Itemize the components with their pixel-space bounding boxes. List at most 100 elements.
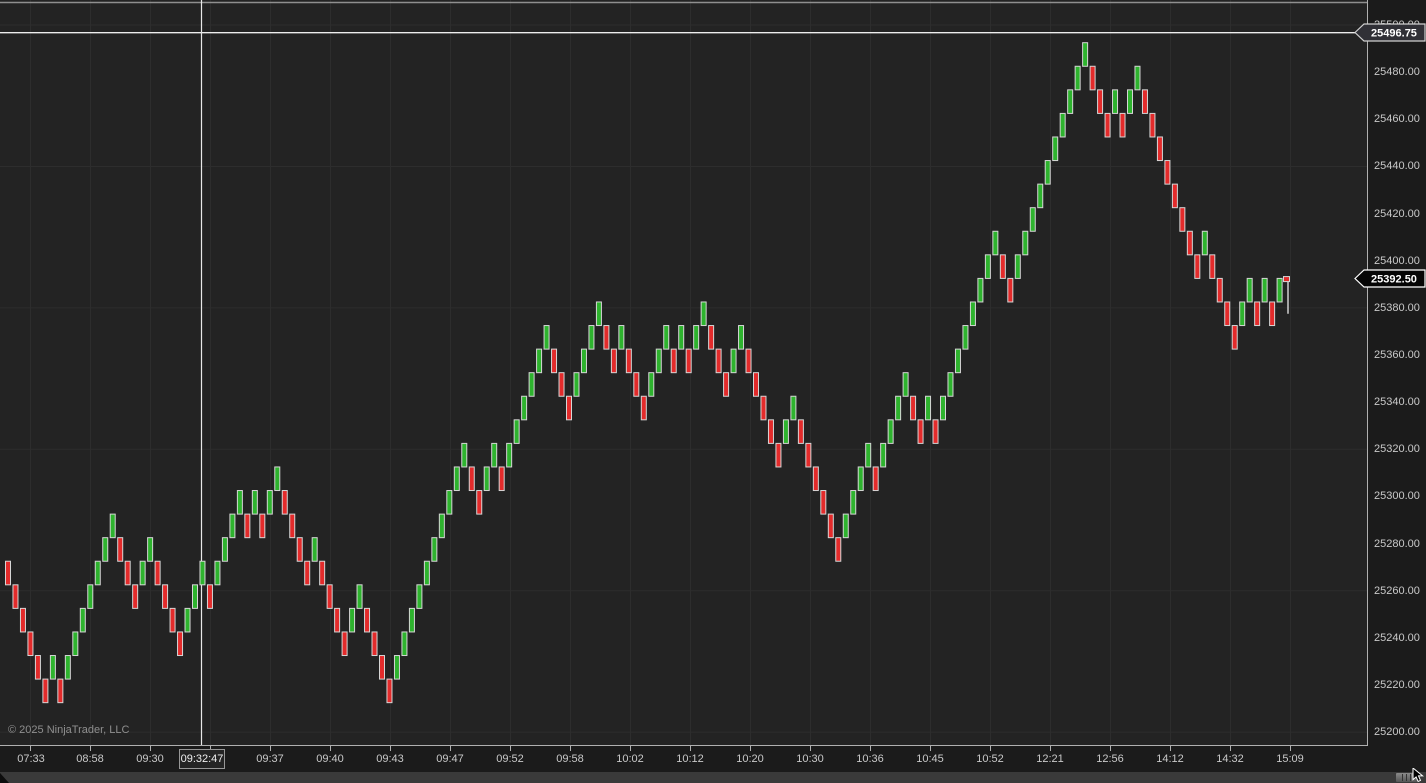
renko-brick-up bbox=[454, 467, 459, 491]
renko-brick-down bbox=[1090, 66, 1095, 90]
renko-brick-down bbox=[118, 538, 123, 562]
renko-brick-up bbox=[926, 396, 931, 420]
renko-brick-up bbox=[701, 302, 706, 326]
chart-plot-area[interactable] bbox=[0, 0, 1368, 746]
renko-brick-down bbox=[372, 632, 377, 656]
renko-brick-up bbox=[589, 326, 594, 350]
renko-brick-down bbox=[342, 632, 347, 656]
renko-brick-up bbox=[200, 561, 205, 585]
renko-brick-down bbox=[260, 514, 265, 538]
renko-brick-up bbox=[252, 491, 257, 515]
renko-brick-up bbox=[148, 538, 153, 562]
renko-brick-up bbox=[439, 514, 444, 538]
renko-brick-up bbox=[462, 443, 467, 467]
renko-brick-down bbox=[282, 491, 287, 515]
renko-brick-down bbox=[933, 420, 938, 444]
renko-brick-down bbox=[918, 420, 923, 444]
renko-brick-down bbox=[776, 443, 781, 467]
renko-brick-down bbox=[207, 585, 212, 609]
renko-brick-up bbox=[896, 396, 901, 420]
renko-brick-down bbox=[559, 373, 564, 397]
renko-brick-up bbox=[851, 491, 856, 515]
x-axis-label: 10:52 bbox=[976, 753, 1004, 765]
renko-brick-up bbox=[791, 396, 796, 420]
renko-brick-down bbox=[20, 608, 25, 632]
x-axis-label: 09:37 bbox=[256, 753, 284, 765]
x-tick-stub bbox=[1050, 746, 1051, 751]
mouse-cursor-icon bbox=[1412, 768, 1426, 783]
renko-brick-down bbox=[813, 467, 818, 491]
price-axis[interactable]: 25500.0025480.0025460.0025440.0025420.00… bbox=[1368, 0, 1426, 746]
x-tick-stub bbox=[270, 746, 271, 751]
renko-brick-down bbox=[1142, 90, 1147, 114]
renko-brick-down bbox=[552, 349, 557, 373]
renko-brick-up bbox=[110, 514, 115, 538]
renko-brick-down bbox=[1120, 113, 1125, 137]
renko-brick-down bbox=[1232, 326, 1237, 350]
renko-brick-up bbox=[679, 326, 684, 350]
scrollbar-corner-triangle bbox=[0, 773, 9, 783]
x-axis-label: 09:47 bbox=[436, 753, 464, 765]
renko-brick-up bbox=[193, 585, 198, 609]
x-axis-label: 10:45 bbox=[916, 753, 944, 765]
renko-brick-down bbox=[58, 679, 63, 703]
renko-brick-down bbox=[911, 396, 916, 420]
x-axis-label: 09:58 bbox=[556, 753, 584, 765]
x-tick-stub bbox=[150, 746, 151, 751]
y-axis-label: 25320.00 bbox=[1374, 443, 1420, 455]
renko-brick-up bbox=[50, 656, 55, 680]
renko-brick-down bbox=[828, 514, 833, 538]
x-tick-stub bbox=[750, 746, 751, 751]
renko-brick-up bbox=[222, 538, 227, 562]
renko-brick-down bbox=[387, 679, 392, 703]
copyright-text: © 2025 NinjaTrader, LLC bbox=[8, 724, 129, 736]
renko-brick-up bbox=[394, 656, 399, 680]
renko-brick-up bbox=[1075, 66, 1080, 90]
renko-brick-down bbox=[297, 538, 302, 562]
renko-brick-up bbox=[881, 443, 886, 467]
renko-brick-down bbox=[305, 561, 310, 585]
renko-brick-up bbox=[1023, 231, 1028, 255]
x-tick-stub bbox=[1230, 746, 1231, 751]
renko-brick-up bbox=[447, 491, 452, 515]
renko-brick-up bbox=[537, 349, 542, 373]
renko-brick-down bbox=[469, 467, 474, 491]
renko-brick-down bbox=[671, 349, 676, 373]
renko-brick-down bbox=[746, 349, 751, 373]
ninjatrader-chart-window: 25500.0025480.0025460.0025440.0025420.00… bbox=[0, 0, 1426, 783]
x-axis-label: 10:30 bbox=[796, 753, 824, 765]
renko-brick-down bbox=[754, 373, 759, 397]
renko-brick-up bbox=[507, 443, 512, 467]
renko-brick-down bbox=[1172, 184, 1177, 208]
renko-brick-up bbox=[941, 396, 946, 420]
renko-brick-up bbox=[596, 302, 601, 326]
x-axis-label: 10:20 bbox=[736, 753, 764, 765]
renko-brick-up bbox=[65, 656, 70, 680]
renko-brick-down bbox=[28, 632, 33, 656]
renko-brick-down bbox=[327, 585, 332, 609]
renko-brick-down bbox=[245, 514, 250, 538]
renko-brick-down bbox=[178, 632, 183, 656]
renko-brick-down bbox=[499, 467, 504, 491]
renko-brick-up bbox=[574, 373, 579, 397]
renko-brick-up bbox=[1015, 255, 1020, 279]
forming-bar-open-tick bbox=[1284, 277, 1290, 282]
renko-brick-down bbox=[13, 585, 18, 609]
thumb-grip bbox=[1410, 774, 1411, 781]
y-axis-label: 25220.00 bbox=[1374, 679, 1420, 691]
x-tick-stub bbox=[810, 746, 811, 751]
renko-brick-down bbox=[641, 396, 646, 420]
renko-brick-up bbox=[888, 420, 893, 444]
renko-brick-down bbox=[6, 561, 11, 585]
horizontal-scrollbar[interactable] bbox=[0, 772, 1426, 783]
x-tick-stub bbox=[390, 746, 391, 751]
renko-brick-down bbox=[873, 467, 878, 491]
y-axis-label: 25260.00 bbox=[1374, 585, 1420, 597]
renko-brick-down bbox=[163, 585, 168, 609]
renko-brick-up bbox=[649, 373, 654, 397]
renko-brick-up bbox=[903, 373, 908, 397]
renko-brick-down bbox=[320, 561, 325, 585]
renko-brick-down bbox=[836, 538, 841, 562]
x-tick-stub bbox=[630, 746, 631, 751]
renko-brick-down bbox=[1008, 278, 1013, 302]
